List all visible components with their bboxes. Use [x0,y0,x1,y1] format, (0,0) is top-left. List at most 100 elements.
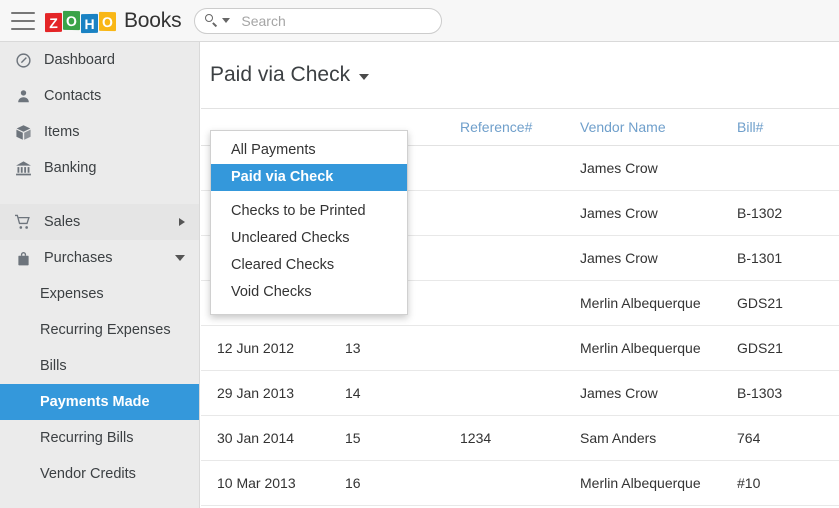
cell-vendor: James Crow [580,236,737,281]
main-content: Paid via Check Reference# Vendor Name Bi… [201,42,839,508]
box-icon [12,124,34,141]
chevron-down-icon[interactable] [222,18,230,23]
dropdown-item-void-checks[interactable]: Void Checks [211,279,407,306]
zoho-tile-o2: O [99,11,116,30]
zoho-tile-z: Z [45,12,62,31]
app-root: Z O H O Books Dashboard [0,0,839,508]
sidebar: Dashboard Contacts Items [0,42,200,508]
sidebar-item-label: Sales [44,214,80,230]
dropdown-item-label: Checks to be Printed [231,203,366,219]
view-filter-dropdown[interactable]: All Payments Paid via Check Checks to be… [210,130,408,315]
brand-name: Books [124,9,181,33]
table-row[interactable]: 10 Mar 2013 16 Merlin Albequerque #10 [201,461,839,506]
dropdown-item-paid-via-check[interactable]: Paid via Check [211,164,407,191]
column-header-vendor[interactable]: Vendor Name [580,109,737,146]
dropdown-item-checks-to-be-printed[interactable]: Checks to be Printed [211,198,407,225]
search-box[interactable] [194,8,442,34]
cell-payment[interactable]: 14 [345,371,460,416]
cell-vendor: James Crow [580,146,737,191]
dropdown-item-label: Cleared Checks [231,257,334,273]
cell-bill [737,146,839,191]
cell-payment[interactable]: 15 [345,416,460,461]
dropdown-item-label: All Payments [231,142,316,158]
cell-bill: 764 [737,416,839,461]
sidebar-subitem-label: Expenses [40,286,104,302]
sidebar-item-items[interactable]: Items [0,114,199,150]
bank-icon [12,160,34,177]
sidebar-item-purchases[interactable]: Purchases [0,240,199,276]
brand-logo[interactable]: Z O H O Books [45,9,181,33]
table-row[interactable]: 12 Jun 2012 13 Merlin Albequerque GDS21 [201,326,839,371]
bag-icon [12,250,34,267]
zoho-tile-o1: O [63,10,80,29]
page-title: Paid via Check [210,63,350,87]
search-icon [205,14,218,27]
sidebar-item-payments-made[interactable]: Payments Made [0,384,199,420]
sidebar-subitem-label: Vendor Credits [40,466,136,482]
dropdown-item-label: Void Checks [231,284,312,300]
sidebar-item-banking[interactable]: Banking [0,150,199,186]
sidebar-item-contacts[interactable]: Contacts [0,78,199,114]
cell-date: 29 Jan 2013 [201,371,345,416]
sidebar-item-dashboard[interactable]: Dashboard [0,42,199,78]
sidebar-item-sales[interactable]: Sales [0,204,199,240]
top-bar: Z O H O Books [0,0,839,42]
cell-reference: 1234 [460,416,580,461]
search-input[interactable] [239,12,431,30]
cell-vendor: James Crow [580,191,737,236]
cell-date: 10 Mar 2013 [201,461,345,506]
cell-bill: #10 [737,461,839,506]
cell-reference [460,326,580,371]
table-row[interactable]: 29 Jan 2013 14 James Crow B-1303 [201,371,839,416]
dropdown-item-uncleared-checks[interactable]: Uncleared Checks [211,225,407,252]
sidebar-item-recurring-bills[interactable]: Recurring Bills [0,420,199,456]
column-header-bill[interactable]: Bill# [737,109,839,146]
page-title-dropdown-trigger[interactable]: Paid via Check [210,63,369,87]
dropdown-item-cleared-checks[interactable]: Cleared Checks [211,252,407,279]
chevron-down-icon[interactable] [175,255,185,261]
table-row[interactable]: 30 Jan 2014 15 1234 Sam Anders 764 [201,416,839,461]
page-header: Paid via Check [201,42,839,108]
dropdown-separator [211,191,407,198]
cell-date: 30 Jan 2014 [201,416,345,461]
cell-payment[interactable]: 13 [345,326,460,371]
sidebar-item-label: Contacts [44,88,101,104]
dropdown-item-all-payments[interactable]: All Payments [211,137,407,164]
cell-vendor: Merlin Albequerque [580,281,737,326]
cell-reference [460,191,580,236]
dropdown-item-label: Paid via Check [231,169,333,185]
sidebar-item-expenses[interactable]: Expenses [0,276,199,312]
cell-reference [460,371,580,416]
cell-vendor: James Crow [580,371,737,416]
zoho-tile-h: H [81,13,98,32]
cell-reference [460,146,580,191]
cell-bill: GDS21 [737,326,839,371]
cell-bill: GDS21 [737,281,839,326]
zoho-logo-icon: Z O H O [45,10,117,32]
sidebar-subitem-label: Recurring Bills [40,430,133,446]
sidebar-item-vendor-credits[interactable]: Vendor Credits [0,456,199,492]
chevron-down-icon[interactable] [359,74,369,80]
cell-reference [460,461,580,506]
cell-reference [460,236,580,281]
cell-payment[interactable]: 16 [345,461,460,506]
hamburger-icon[interactable] [11,12,35,30]
cell-vendor: Sam Anders [580,416,737,461]
cell-bill: B-1302 [737,191,839,236]
sidebar-item-label: Purchases [44,250,113,266]
cell-vendor: Merlin Albequerque [580,461,737,506]
sidebar-item-label: Items [44,124,79,140]
cell-bill: B-1301 [737,236,839,281]
sidebar-subitem-label: Payments Made [40,394,150,410]
person-icon [12,88,34,104]
dashboard-icon [12,52,34,69]
sidebar-subitem-label: Recurring Expenses [40,322,171,338]
cell-bill: B-1303 [737,371,839,416]
sidebar-item-bills[interactable]: Bills [0,348,199,384]
cell-reference [460,281,580,326]
cart-icon [12,214,34,230]
cell-date: 12 Jun 2012 [201,326,345,371]
column-header-reference[interactable]: Reference# [460,109,580,146]
sidebar-item-recurring-expenses[interactable]: Recurring Expenses [0,312,199,348]
chevron-right-icon[interactable] [179,218,185,226]
